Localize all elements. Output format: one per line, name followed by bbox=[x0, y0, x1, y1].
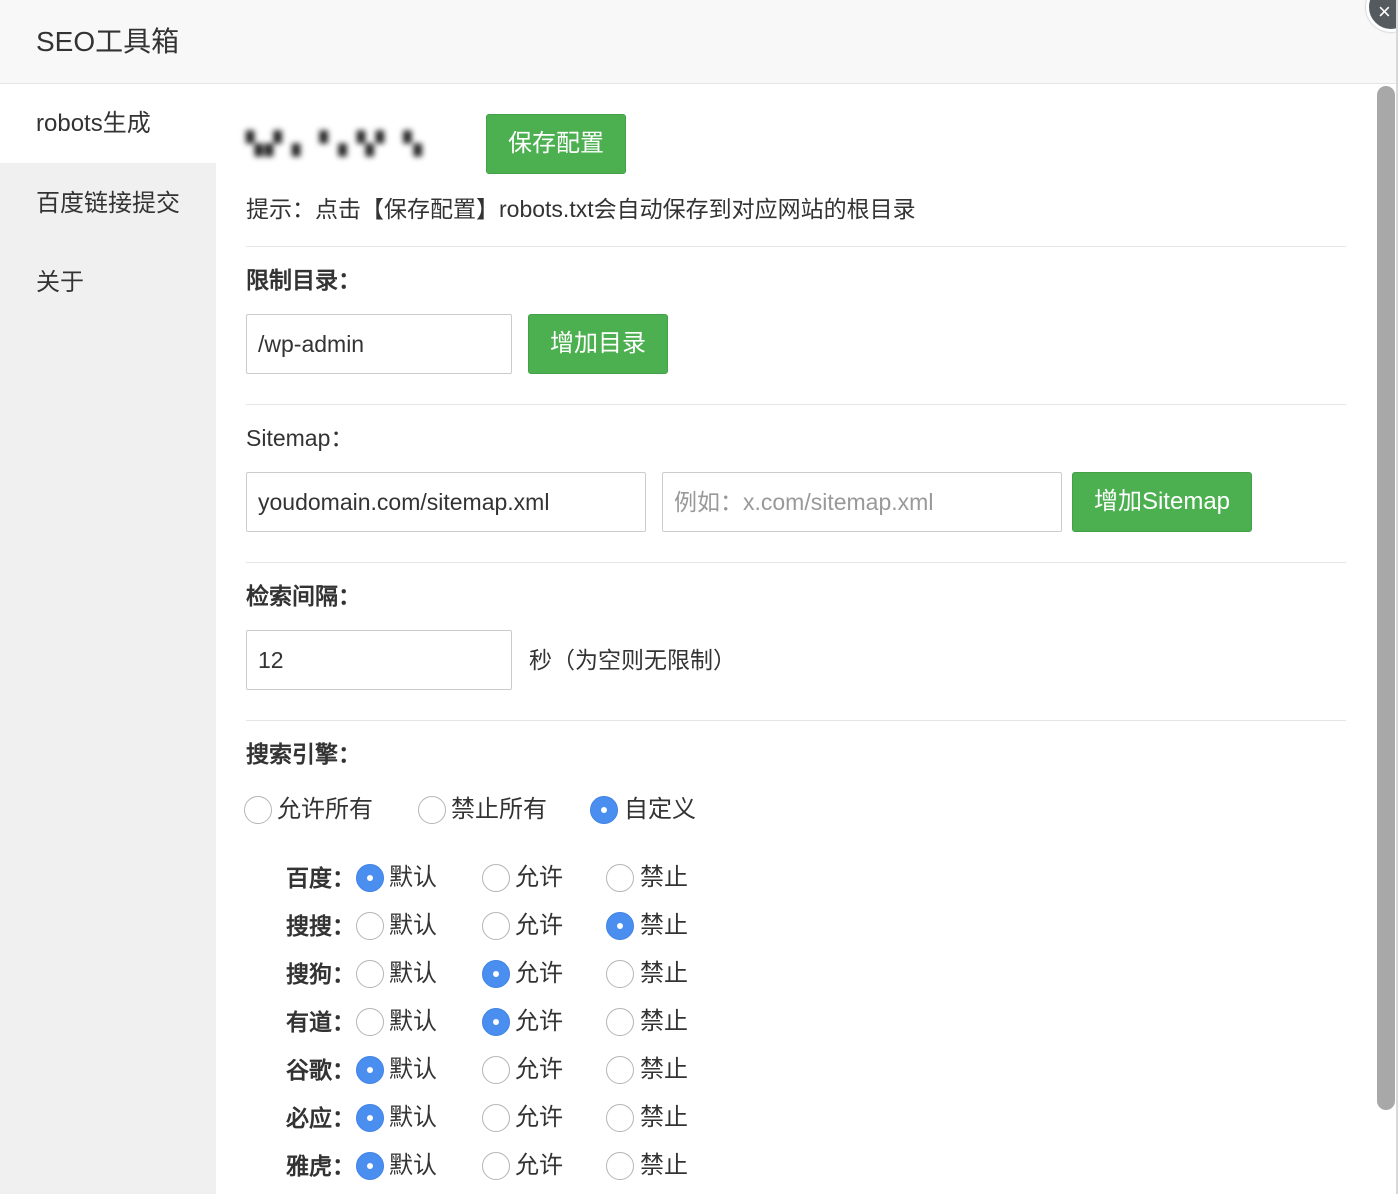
engine-deny-radio[interactable] bbox=[606, 1104, 634, 1132]
engine-deny-radio[interactable] bbox=[606, 1152, 634, 1180]
engine-default-radio[interactable] bbox=[356, 1152, 384, 1180]
engine-name: 雅虎： bbox=[286, 1153, 355, 1179]
divider bbox=[246, 720, 1346, 721]
sidebar-item-label: robots生成 bbox=[36, 110, 151, 137]
sidebar: robots生成 百度链接提交 关于 bbox=[0, 85, 216, 1194]
sidebar-item-robots[interactable]: robots生成 bbox=[0, 85, 216, 163]
engine-allow-label[interactable]: 允许 bbox=[515, 1007, 563, 1037]
divider bbox=[246, 404, 1346, 405]
mode-custom-radio[interactable] bbox=[590, 796, 618, 824]
engine-name: 有道： bbox=[286, 1009, 355, 1035]
engine-deny-label[interactable]: 禁止 bbox=[640, 911, 688, 941]
engine-deny-label[interactable]: 禁止 bbox=[640, 1007, 688, 1037]
search-engines-label: 搜索引擎： bbox=[246, 741, 361, 767]
sitemap-input[interactable]: youdomain.com/sitemap.xml bbox=[246, 472, 646, 532]
engine-deny-radio[interactable] bbox=[606, 1056, 634, 1084]
engine-default-label[interactable]: 默认 bbox=[389, 911, 437, 941]
sidebar-item-about[interactable]: 关于 bbox=[0, 244, 216, 322]
mode-custom-label[interactable]: 自定义 bbox=[624, 795, 696, 825]
engine-default-label[interactable]: 默认 bbox=[389, 1151, 437, 1181]
engine-allow-label[interactable]: 允许 bbox=[515, 911, 563, 941]
engine-allow-label[interactable]: 允许 bbox=[515, 959, 563, 989]
engine-allow-label[interactable]: 允许 bbox=[515, 863, 563, 893]
sidebar-item-label: 关于 bbox=[36, 269, 84, 296]
sitemap-label: Sitemap： bbox=[246, 425, 354, 451]
scrollbar-thumb[interactable] bbox=[1377, 86, 1395, 1110]
engine-deny-label[interactable]: 禁止 bbox=[640, 1151, 688, 1181]
crawl-delay-input[interactable]: 12 bbox=[246, 630, 512, 690]
engine-default-label[interactable]: 默认 bbox=[389, 959, 437, 989]
mode-allow-all-label[interactable]: 允许所有 bbox=[277, 795, 373, 825]
engine-default-radio[interactable] bbox=[356, 1104, 384, 1132]
engine-default-radio[interactable] bbox=[356, 1056, 384, 1084]
engine-deny-radio[interactable] bbox=[606, 960, 634, 988]
seo-toolbox-dialog: SEO工具箱 × robots生成 百度链接提交 关于 ▚▞ ▖▝▗ ▚▘▝▖ … bbox=[0, 0, 1398, 1194]
divider bbox=[246, 562, 1346, 563]
restrict-dir-label: 限制目录： bbox=[246, 267, 361, 293]
engine-name: 谷歌： bbox=[286, 1057, 355, 1083]
engine-default-radio[interactable] bbox=[356, 1008, 384, 1036]
engine-allow-radio[interactable] bbox=[482, 1104, 510, 1132]
mode-deny-all-radio[interactable] bbox=[418, 796, 446, 824]
engine-allow-radio[interactable] bbox=[482, 960, 510, 988]
hint-text: 提示：点击【保存配置】robots.txt会自动保存到对应网站的根目录 bbox=[246, 196, 916, 222]
engine-default-label[interactable]: 默认 bbox=[389, 1055, 437, 1085]
engine-allow-radio[interactable] bbox=[482, 1056, 510, 1084]
site-name-blurred: ▚▞ ▖▝▗ ▚▘▝▖ bbox=[246, 131, 433, 156]
engine-allow-radio[interactable] bbox=[482, 1008, 510, 1036]
crawl-delay-unit: 秒（为空则无限制） bbox=[529, 647, 736, 673]
engine-deny-label[interactable]: 禁止 bbox=[640, 863, 688, 893]
engine-default-label[interactable]: 默认 bbox=[389, 1103, 437, 1133]
engine-default-label[interactable]: 默认 bbox=[389, 863, 437, 893]
sitemap-new-input[interactable]: 例如：x.com/sitemap.xml bbox=[662, 472, 1062, 532]
engine-name: 搜狗： bbox=[286, 961, 355, 987]
close-icon: × bbox=[1378, 0, 1391, 24]
engine-allow-radio[interactable] bbox=[482, 1152, 510, 1180]
engine-name: 必应： bbox=[286, 1105, 355, 1131]
dialog-title: SEO工具箱 bbox=[36, 26, 180, 57]
engine-deny-label[interactable]: 禁止 bbox=[640, 1103, 688, 1133]
crawl-delay-label: 检索间隔： bbox=[246, 583, 361, 609]
title-bar: SEO工具箱 bbox=[0, 0, 1398, 84]
engine-deny-label[interactable]: 禁止 bbox=[640, 959, 688, 989]
engine-name: 百度： bbox=[286, 865, 355, 891]
mode-deny-all-label[interactable]: 禁止所有 bbox=[451, 795, 547, 825]
sidebar-item-baidu-submit[interactable]: 百度链接提交 bbox=[0, 165, 216, 243]
restrict-dir-input[interactable]: /wp-admin bbox=[246, 314, 512, 374]
engine-allow-radio[interactable] bbox=[482, 864, 510, 892]
sidebar-item-label: 百度链接提交 bbox=[36, 190, 180, 217]
mode-allow-all-radio[interactable] bbox=[244, 796, 272, 824]
divider bbox=[246, 246, 1346, 247]
save-config-button[interactable]: 保存配置 bbox=[486, 114, 626, 174]
add-directory-button[interactable]: 增加目录 bbox=[528, 314, 668, 374]
engine-default-radio[interactable] bbox=[356, 960, 384, 988]
engine-deny-radio[interactable] bbox=[606, 864, 634, 892]
engine-deny-label[interactable]: 禁止 bbox=[640, 1055, 688, 1085]
engine-deny-radio[interactable] bbox=[606, 912, 634, 940]
engine-allow-label[interactable]: 允许 bbox=[515, 1151, 563, 1181]
engine-default-radio[interactable] bbox=[356, 912, 384, 940]
engine-allow-label[interactable]: 允许 bbox=[515, 1103, 563, 1133]
add-sitemap-button[interactable]: 增加Sitemap bbox=[1072, 472, 1252, 532]
engine-deny-radio[interactable] bbox=[606, 1008, 634, 1036]
engine-name: 搜搜： bbox=[286, 913, 355, 939]
engine-default-radio[interactable] bbox=[356, 864, 384, 892]
engine-default-label[interactable]: 默认 bbox=[389, 1007, 437, 1037]
engine-allow-label[interactable]: 允许 bbox=[515, 1055, 563, 1085]
engine-allow-radio[interactable] bbox=[482, 912, 510, 940]
